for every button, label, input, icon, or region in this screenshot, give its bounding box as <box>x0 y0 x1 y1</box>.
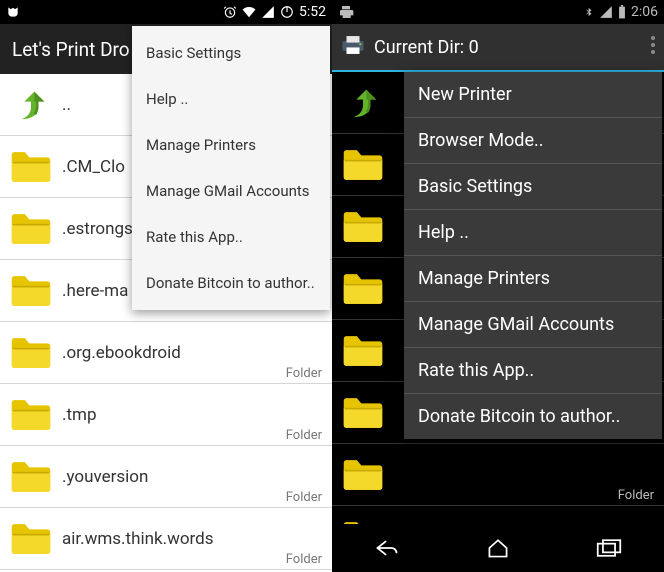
menu-item[interactable]: Donate Bitcoin to author.. <box>132 260 330 306</box>
folder-icon <box>332 333 394 369</box>
file-type: Folder <box>286 366 322 381</box>
menu-item[interactable]: New Printer <box>404 72 662 118</box>
folder-icon <box>0 459 62 495</box>
folder-icon <box>0 273 62 309</box>
folder-icon <box>332 395 394 431</box>
status-time: 2:06 <box>631 4 658 20</box>
file-type: Folder <box>286 490 322 505</box>
nav-bar <box>332 524 664 572</box>
folder-icon <box>0 211 62 247</box>
status-right-icons: 5:52 <box>223 4 326 20</box>
menu-item[interactable]: Help .. <box>404 210 662 256</box>
overflow-menu: New PrinterBrowser Mode..Basic SettingsH… <box>404 72 662 439</box>
file-type: Folder <box>286 552 322 567</box>
up-arrow-icon <box>332 83 394 123</box>
file-type: Folder <box>286 428 322 443</box>
status-left-icons <box>6 5 20 19</box>
status-time: 5:52 <box>299 4 326 20</box>
folder-icon <box>332 271 394 307</box>
folder-icon <box>0 149 62 185</box>
folder-icon <box>332 519 394 525</box>
file-name: .here-ma <box>62 281 128 301</box>
menu-item[interactable]: Basic Settings <box>404 164 662 210</box>
folder-icon <box>0 521 62 557</box>
overflow-icon[interactable] <box>650 35 656 60</box>
file-name: .tmp <box>62 405 97 425</box>
printer-icon <box>340 34 366 61</box>
signal-icon <box>261 5 275 19</box>
menu-item[interactable]: Basic Settings <box>132 30 330 76</box>
menu-item[interactable]: Manage Printers <box>132 122 330 168</box>
list-item[interactable]: .tmp Folder <box>0 384 332 446</box>
nav-recent-button[interactable] <box>594 533 624 563</box>
wifi-icon <box>242 5 256 19</box>
list-item[interactable]: .org.ebookdroid Folder <box>0 322 332 384</box>
nav-home-button[interactable] <box>483 533 513 563</box>
signal-icon <box>599 5 613 19</box>
folder-icon <box>0 397 62 433</box>
cat-icon <box>6 5 20 19</box>
file-name: .. <box>62 95 71 115</box>
menu-item[interactable]: Manage Printers <box>404 256 662 302</box>
file-name: .estrongs <box>62 219 133 239</box>
status-bar: 5:52 <box>0 0 332 24</box>
menu-item[interactable]: Rate this App.. <box>132 214 330 260</box>
app-title: Let's Print Dro <box>12 38 130 61</box>
bluetooth-icon <box>584 5 594 19</box>
folder-icon <box>0 335 62 371</box>
menu-item[interactable]: Help .. <box>132 76 330 122</box>
menu-item[interactable]: Donate Bitcoin to author.. <box>404 394 662 439</box>
menu-item[interactable]: Manage GMail Accounts <box>132 168 330 214</box>
alarm-icon <box>223 5 237 19</box>
status-right-icons: 2:06 <box>584 4 658 20</box>
battery-icon <box>618 5 626 19</box>
device-right: 2:06 Current Dir: 0 FolderAndroidFolderA… <box>332 0 664 572</box>
overflow-menu: Basic SettingsHelp ..Manage PrintersMana… <box>132 26 330 310</box>
file-name: .youversion <box>62 467 148 487</box>
list-item[interactable]: air.wms.think.words Folder <box>0 508 332 570</box>
file-type: Folder <box>618 488 654 503</box>
device-left: 5:52 Let's Print Dro .. .CM_Clo .estrongs.… <box>0 0 332 572</box>
menu-item[interactable]: Rate this App.. <box>404 348 662 394</box>
list-item[interactable]: Folder <box>332 444 664 506</box>
app-title: Current Dir: 0 <box>374 37 479 58</box>
menu-item[interactable]: Browser Mode.. <box>404 118 662 164</box>
file-name: air.wms.think.words <box>62 529 214 549</box>
nav-back-button[interactable] <box>372 533 402 563</box>
list-item[interactable]: .youversion Folder <box>0 446 332 508</box>
status-left-icons <box>338 4 354 20</box>
folder-icon <box>332 147 394 183</box>
status-bar: 2:06 <box>332 0 664 24</box>
folder-icon <box>332 457 394 493</box>
folder-icon <box>332 209 394 245</box>
up-arrow-icon <box>0 85 62 125</box>
menu-item[interactable]: Manage GMail Accounts <box>404 302 662 348</box>
file-name: .CM_Clo <box>62 157 125 177</box>
print-icon <box>338 4 354 20</box>
power-icon <box>280 5 294 19</box>
file-name: .org.ebookdroid <box>62 343 181 363</box>
list-item[interactable]: AndroidFolder <box>332 506 664 524</box>
app-bar: Current Dir: 0 <box>332 24 664 72</box>
